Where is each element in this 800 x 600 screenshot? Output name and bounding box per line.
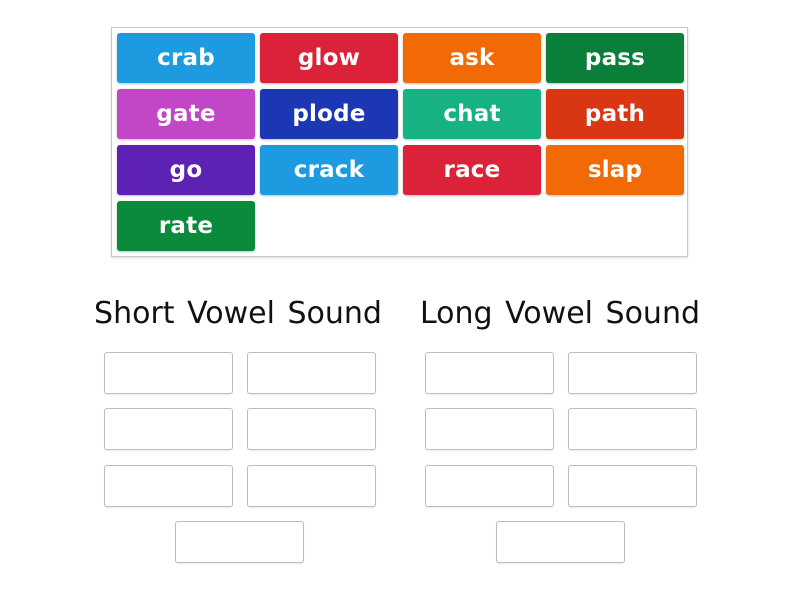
short-vowel-drop-slot[interactable] [104,352,233,394]
word-tile-slap[interactable]: slap [546,145,684,195]
word-tile-crack[interactable]: crack [260,145,398,195]
long-vowel-drop-slot[interactable] [568,465,697,507]
short-vowel-drop-slot[interactable] [247,408,376,450]
group-title-short-vowel: Short Vowel Sound [94,296,382,331]
long-vowel-drop-slot[interactable] [568,408,697,450]
word-tile-plode[interactable]: plode [260,89,398,139]
word-bank: crab glow ask pass gate plode chat path go crack r… [111,27,688,257]
long-vowel-drop-slot[interactable] [496,521,625,563]
long-vowel-drop-slot[interactable] [425,408,554,450]
word-tile-gate[interactable]: gate [117,89,255,139]
long-vowel-drop-slot[interactable] [425,352,554,394]
group-title-long-vowel: Long Vowel Sound [419,296,700,331]
short-vowel-drop-slot[interactable] [175,521,304,563]
word-tile-rate[interactable]: rate [117,201,255,251]
word-tile-pass[interactable]: pass [546,33,684,83]
short-vowel-drop-slot[interactable] [104,465,233,507]
long-vowel-drop-slot[interactable] [568,352,697,394]
word-tile-chat[interactable]: chat [403,89,541,139]
word-tile-crab[interactable]: crab [117,33,255,83]
word-tile-go[interactable]: go [117,145,255,195]
short-vowel-drop-slot[interactable] [247,465,376,507]
long-vowel-drop-slot[interactable] [425,465,554,507]
word-tile-race[interactable]: race [403,145,541,195]
word-tile-glow[interactable]: glow [260,33,398,83]
short-vowel-drop-slot[interactable] [104,408,233,450]
word-tile-ask[interactable]: ask [403,33,541,83]
short-vowel-drop-slot[interactable] [247,352,376,394]
word-tile-path[interactable]: path [546,89,684,139]
